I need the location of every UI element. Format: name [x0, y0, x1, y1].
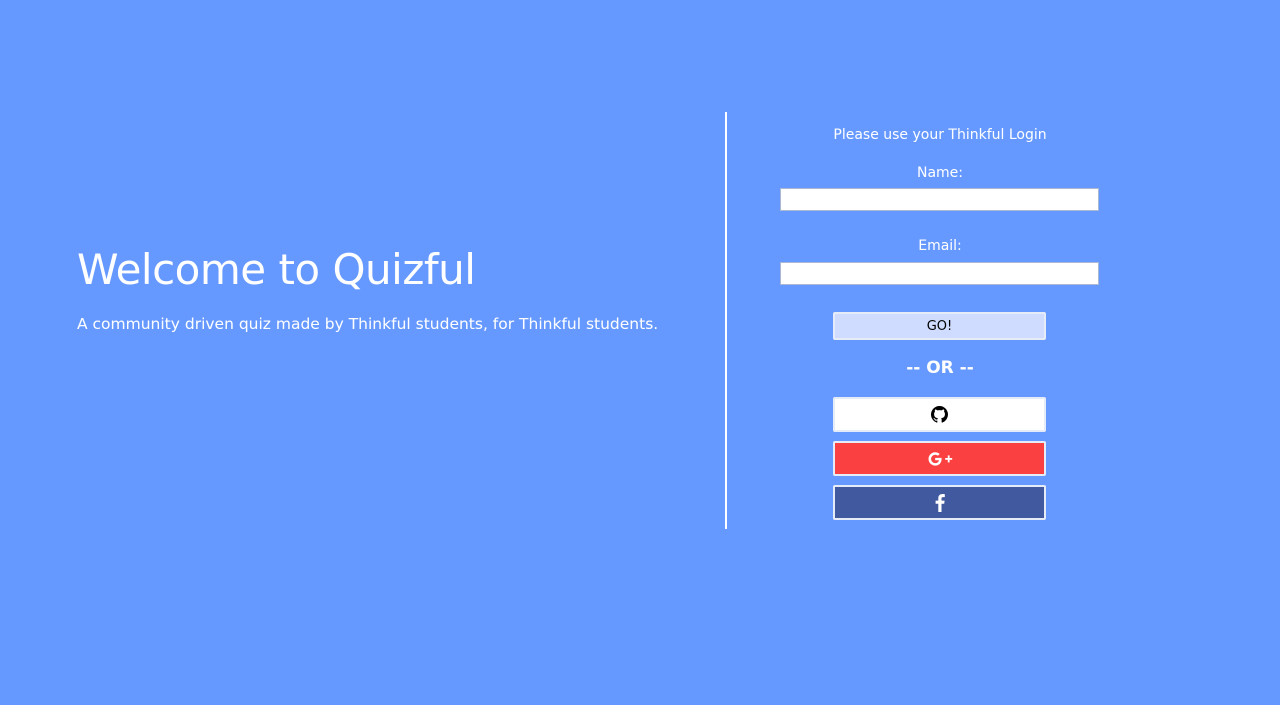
- facebook-icon: [935, 493, 945, 512]
- vertical-divider: [725, 112, 727, 529]
- github-icon: [931, 406, 948, 423]
- go-button[interactable]: GO!: [833, 312, 1046, 340]
- facebook-login-button[interactable]: [833, 485, 1046, 520]
- name-label: Name:: [916, 165, 964, 181]
- page-title: Welcome to Quizful: [77, 245, 476, 294]
- login-prompt: Please use your Thinkful Login: [833, 127, 1047, 143]
- email-field[interactable]: [780, 262, 1099, 285]
- hero-section: Welcome to Quizful A community driven qu…: [77, 244, 697, 334]
- landing-page: Welcome to Quizful A community driven qu…: [0, 0, 1280, 705]
- email-label: Email:: [918, 238, 962, 254]
- name-field[interactable]: [780, 188, 1099, 211]
- page-subtitle: A community driven quiz made by Thinkful…: [77, 315, 659, 333]
- or-separator: -- OR --: [906, 358, 974, 378]
- github-login-button[interactable]: [833, 397, 1046, 432]
- google-plus-login-button[interactable]: [833, 441, 1046, 476]
- google-plus-icon: [927, 451, 953, 467]
